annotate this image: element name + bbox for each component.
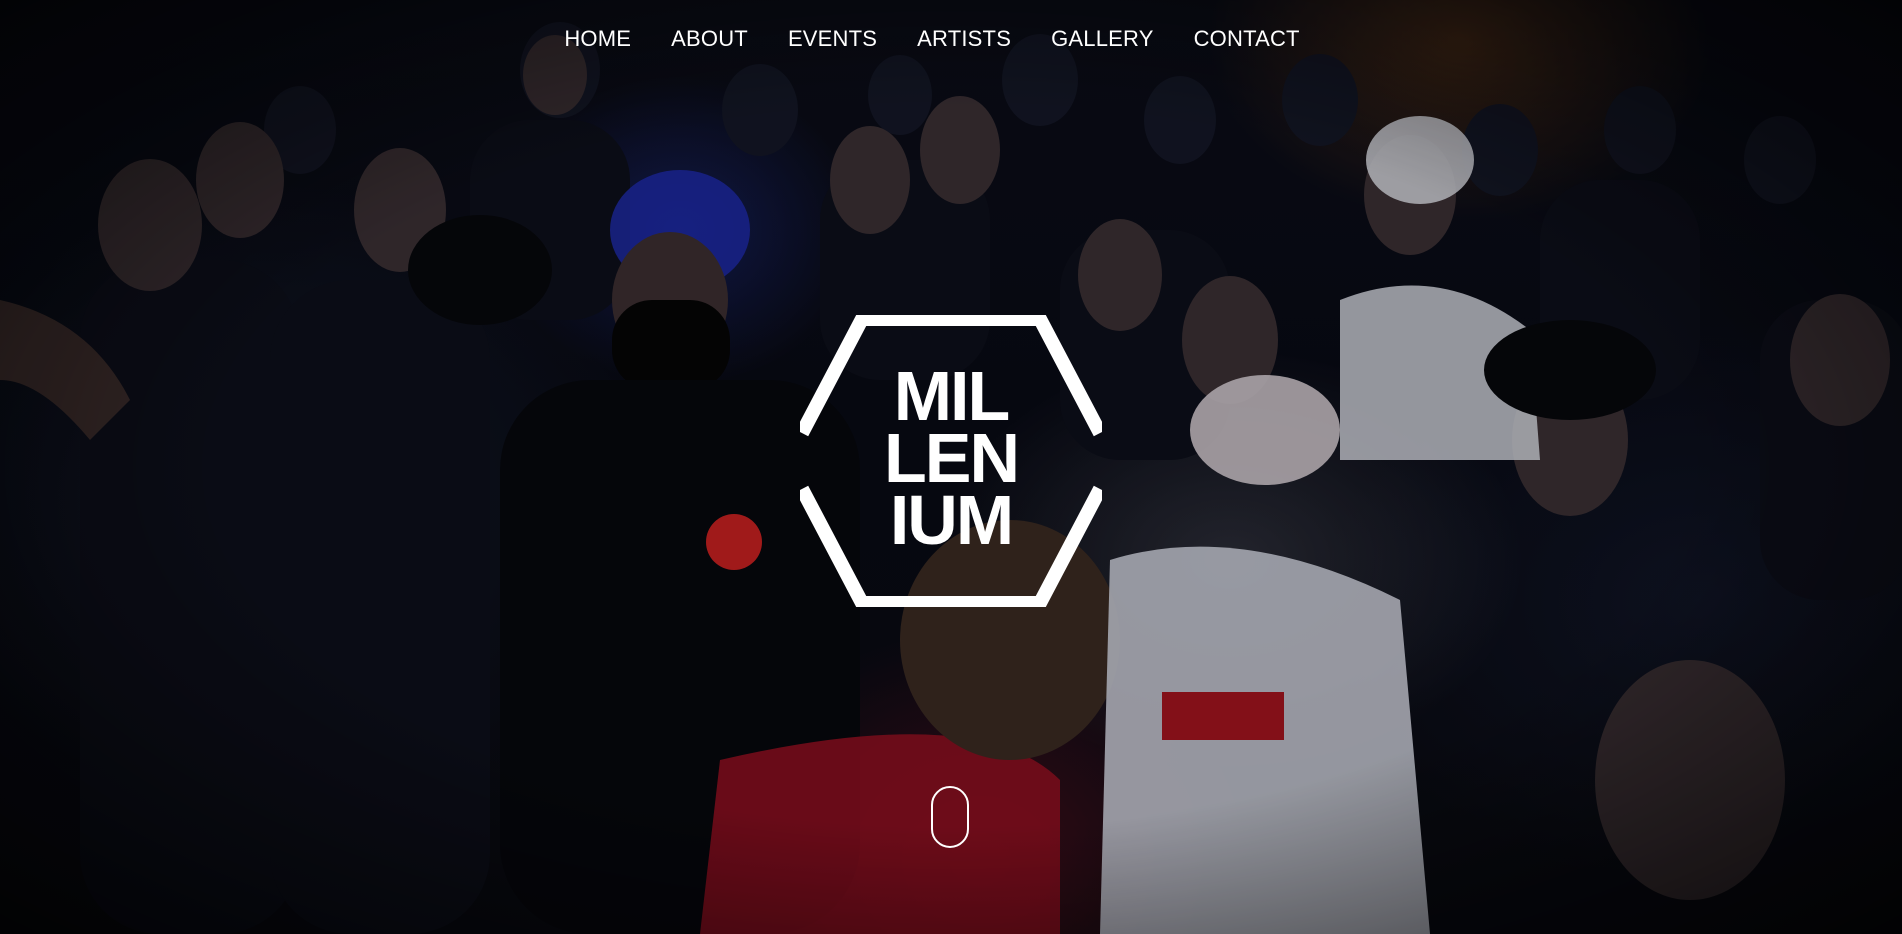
logo-line-2: LEN bbox=[884, 419, 1020, 497]
nav-item-gallery[interactable]: GALLERY bbox=[1031, 26, 1174, 52]
main-navigation: HOME ABOUT EVENTS ARTISTS GALLERY CONTAC… bbox=[0, 26, 1902, 52]
scroll-down-mouse-icon[interactable] bbox=[931, 786, 969, 848]
nav-item-home[interactable]: HOME bbox=[544, 26, 651, 52]
nav-item-contact[interactable]: CONTACT bbox=[1174, 26, 1320, 52]
nav-item-about[interactable]: ABOUT bbox=[651, 26, 768, 52]
nav-item-events[interactable]: EVENTS bbox=[768, 26, 897, 52]
nav-item-artists[interactable]: ARTISTS bbox=[897, 26, 1031, 52]
logo-wordmark: MIL LEN IUM bbox=[800, 357, 1102, 559]
hero-section: HOME ABOUT EVENTS ARTISTS GALLERY CONTAC… bbox=[0, 0, 1902, 934]
millenium-logo: MIL LEN IUM bbox=[800, 315, 1102, 607]
logo-line-3: IUM bbox=[889, 481, 1014, 559]
logo-line-1: MIL bbox=[893, 357, 1011, 435]
